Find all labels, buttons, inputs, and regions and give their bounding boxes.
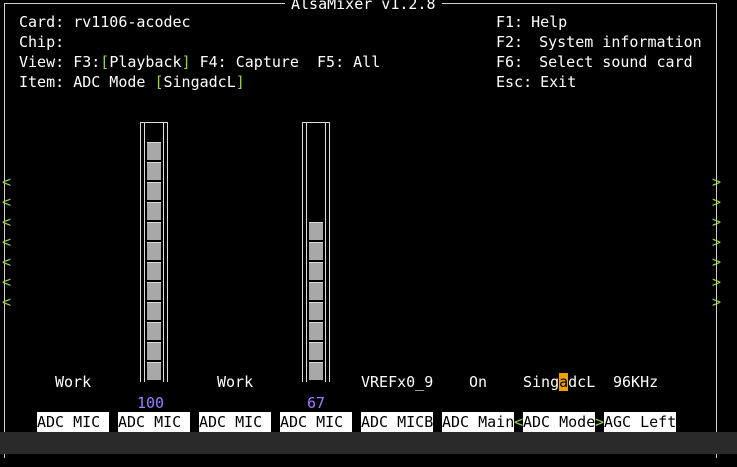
scroll-right-arrow-icon[interactable]: > [712, 272, 721, 292]
control-tab-adc-mode[interactable]: ADC Mode [523, 412, 595, 432]
view-f4-key: F4: [199, 53, 227, 71]
volume-segment [309, 322, 323, 340]
control-tab-agc-left[interactable]: AGC Left [604, 412, 676, 432]
item-value: ADC Mode [73, 73, 146, 91]
help-f2[interactable]: F2: System information [496, 32, 702, 52]
help-esc[interactable]: Esc: Exit [496, 72, 576, 92]
view-capture[interactable]: Capture [236, 53, 299, 71]
scroll-right-arrow-icon[interactable]: > [712, 292, 721, 312]
scroll-left-arrow-icon[interactable]: < [2, 292, 11, 312]
control-value-adc-main: On [469, 373, 488, 391]
selected-left-marker: < [514, 413, 524, 431]
selected-right-marker: > [595, 413, 605, 431]
control-value-agc-left: 96KHz [613, 373, 659, 391]
item-state: SingadcL [163, 73, 236, 91]
control-tab-adc-mic-3[interactable]: ADC MIC [199, 412, 271, 432]
view-playback[interactable]: Playback [109, 53, 181, 71]
control-value-adc-mode: SingadcL [523, 372, 595, 392]
volume-segment [147, 282, 161, 300]
volume-segment [309, 362, 323, 380]
view-f3-key: F3: [73, 53, 101, 71]
status-bar [0, 432, 737, 454]
scroll-left-arrow-icon[interactable]: < [2, 252, 11, 272]
scroll-left-arrow-icon[interactable]: < [2, 232, 11, 252]
volume-segment [147, 242, 161, 260]
app-title: AlsaMixer v1.2.8 [285, 0, 442, 14]
card-line: Card: rv1106-acodec [19, 12, 191, 32]
volume-segment [309, 302, 323, 320]
card-value: rv1106-acodec [73, 13, 191, 31]
control-tab-adc-mic-4[interactable]: ADC MIC [280, 412, 352, 432]
control-number-adc-mic-2: 100 [137, 394, 165, 412]
help-text: Select sound card [539, 53, 693, 71]
volume-segment [309, 342, 323, 360]
help-f6[interactable]: F6: Select sound card [496, 52, 693, 72]
help-text: System information [539, 33, 702, 51]
chip-label: Chip: [19, 33, 65, 51]
scroll-left-arrow-icon[interactable]: < [2, 192, 11, 212]
volume-segment [309, 222, 323, 240]
volume-segment [309, 282, 323, 300]
card-label: Card: [19, 13, 65, 31]
volume-segment [147, 142, 161, 160]
help-text: Exit [540, 73, 577, 91]
volume-bar-adc-mic-2[interactable] [302, 122, 330, 382]
view-all[interactable]: All [353, 53, 380, 71]
volume-segment [147, 202, 161, 220]
volume-segment [147, 162, 161, 180]
volume-segment [147, 182, 161, 200]
help-key: F1: [496, 13, 524, 31]
control-value-adc-mic-1: Work [55, 373, 92, 391]
volume-segment [147, 342, 161, 360]
control-tab-adc-mic-1[interactable]: ADC MIC [37, 412, 109, 432]
chip-line: Chip: [19, 32, 73, 52]
text-cursor: a [559, 373, 569, 391]
scroll-right-arrow-icon[interactable]: > [712, 212, 721, 232]
volume-segment [147, 322, 161, 340]
scroll-right-arrow-icon[interactable]: > [712, 172, 721, 192]
item-label: Item: [19, 73, 65, 91]
control-tab-adc-main[interactable]: ADC Main [442, 412, 514, 432]
scroll-left-arrow-icon[interactable]: < [2, 172, 11, 192]
volume-segment [147, 262, 161, 280]
item-line: Item: ADC Mode [SingadcL] [19, 73, 245, 91]
volume-segment [309, 242, 323, 260]
scroll-right-arrow-icon[interactable]: > [712, 192, 721, 212]
volume-segment [147, 222, 161, 240]
help-key: Esc: [496, 73, 533, 91]
volume-segment [147, 362, 161, 380]
mode-text-pre: Sing [523, 373, 560, 391]
scroll-right-arrow-icon[interactable]: > [712, 252, 721, 272]
help-text: Help [531, 13, 568, 31]
view-line: View: F3:[Playback] F4: Capture F5: All [19, 53, 381, 71]
control-value-adc-mic-3: Work [217, 373, 254, 391]
mode-text-post: dcL [568, 373, 596, 391]
view-label: View: [19, 53, 65, 71]
control-value-adc-micb: VREFx0_9 [361, 373, 434, 391]
volume-bar-adc-mic-1[interactable] [140, 122, 168, 382]
help-key: F2: [496, 33, 524, 51]
control-tab-adc-mic-2[interactable]: ADC MIC [118, 412, 190, 432]
help-f1[interactable]: F1: Help [496, 12, 567, 32]
view-f5-key: F5: [317, 53, 345, 71]
scroll-right-arrow-icon[interactable]: > [712, 232, 721, 252]
scroll-left-arrow-icon[interactable]: < [2, 272, 11, 292]
help-key: F6: [496, 53, 524, 71]
control-tab-adc-micb[interactable]: ADC MICB [361, 412, 433, 432]
scroll-left-arrow-icon[interactable]: < [2, 212, 11, 232]
volume-segment [309, 262, 323, 280]
volume-segment [147, 302, 161, 320]
control-number-adc-mic-4: 67 [307, 394, 326, 412]
